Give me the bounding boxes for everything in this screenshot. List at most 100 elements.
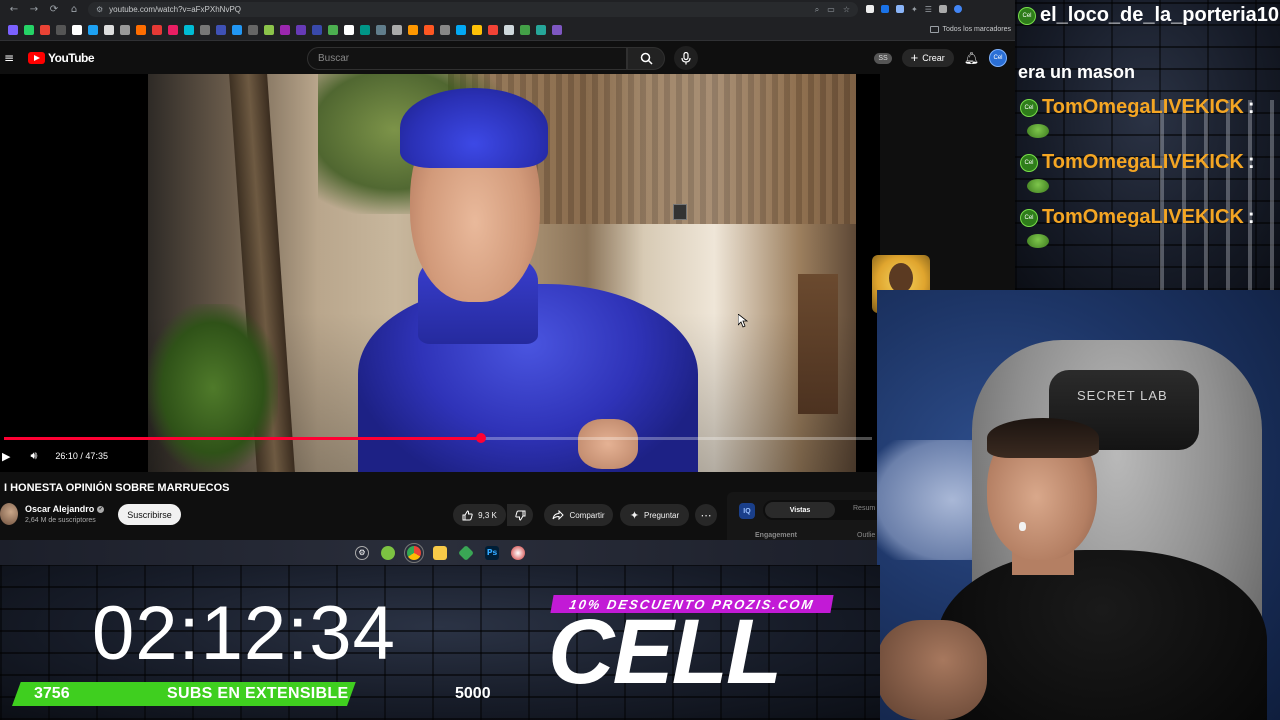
like-button[interactable]: 9,3 K [453, 504, 506, 526]
bookmark-icon[interactable] [104, 24, 114, 35]
outlier-label: Outlie [857, 532, 876, 539]
bookmark-icon[interactable] [56, 24, 66, 35]
taskbar-app-icon[interactable] [381, 545, 395, 560]
subscriber-count: 2,64 M de suscriptores [25, 517, 96, 524]
bookmark-icon[interactable] [360, 24, 370, 35]
subscribe-button[interactable]: Suscribirse [118, 504, 181, 525]
search-button[interactable] [627, 47, 665, 70]
bookmark-icon[interactable] [488, 24, 498, 35]
bookmark-icon[interactable] [312, 24, 322, 35]
voice-search-button[interactable] [674, 46, 698, 70]
mic-icon [681, 51, 691, 64]
extension-icon[interactable] [938, 5, 947, 13]
bookmark-icon[interactable] [536, 24, 546, 35]
menu-icon[interactable]: ≡ [4, 51, 18, 65]
bell-icon[interactable]: 🔔︎ [964, 51, 979, 65]
chat-emote-icon [1027, 124, 1049, 138]
bookmark-icon[interactable] [520, 24, 530, 35]
star-icon[interactable]: ☆ [843, 5, 850, 15]
taskbar-chrome-icon[interactable] [404, 542, 424, 563]
taskbar-folder-icon[interactable] [433, 545, 447, 560]
share-button[interactable]: Compartir [544, 504, 613, 526]
bookmark-icon[interactable] [328, 24, 338, 35]
chat-badge-icon: Cel [1020, 153, 1038, 172]
create-button[interactable]: + Crear [901, 49, 954, 67]
browser-toolbar: ← → ⟳ ⌂ ⚙ youtube.com/watch?v=aFxPXhNvPQ… [0, 0, 1015, 19]
bookmark-icon[interactable] [408, 24, 418, 35]
tab-resumen[interactable]: Resum [853, 505, 875, 512]
webcam-person-arm [877, 620, 987, 720]
ask-button[interactable]: ✦ Preguntar [620, 504, 689, 526]
bookmark-icon[interactable] [248, 24, 258, 35]
extension-icon[interactable] [896, 5, 904, 13]
video-player[interactable]: ▶ 🔊︎ 26:10 / 47:35 [0, 74, 880, 472]
bookmark-icon[interactable] [216, 24, 226, 35]
bookmarks-bar: Todos los marcadores [0, 19, 1015, 41]
bookmark-icon[interactable] [8, 24, 18, 35]
bookmark-icon[interactable] [472, 24, 482, 35]
bookmark-icon[interactable] [88, 24, 98, 35]
progress-bar[interactable] [4, 433, 872, 443]
youtube-logo[interactable]: YouTube [28, 51, 95, 65]
bookmark-icon[interactable] [72, 24, 82, 35]
more-actions-button[interactable]: ⋯ [695, 504, 717, 526]
cast-icon[interactable]: ▭ [827, 5, 835, 15]
taskbar-app-icon[interactable] [458, 544, 474, 561]
bookmark-icon[interactable] [136, 24, 146, 35]
tab-search-icon[interactable]: ☰ [925, 5, 932, 14]
bookmark-icon[interactable] [552, 24, 562, 35]
extension-icon[interactable] [866, 5, 874, 13]
bookmark-icon[interactable] [184, 24, 194, 35]
chat-message: Cel el_loco_de_la_porteria10 : [1018, 4, 1280, 27]
bookmark-icon[interactable] [152, 24, 162, 35]
extension-icon[interactable] [881, 5, 889, 13]
channel-avatar[interactable] [0, 503, 18, 525]
extensions-puzzle-icon[interactable]: ✦ [911, 5, 918, 14]
bookmark-icon[interactable] [264, 24, 274, 35]
profile-icon[interactable] [953, 5, 962, 13]
bookmark-icon[interactable] [280, 24, 290, 35]
channel-name-row[interactable]: Oscar Alejandro ✓ [25, 504, 105, 514]
channel-name[interactable]: Oscar Alejandro [25, 504, 94, 514]
bookmark-icon[interactable] [504, 24, 514, 35]
volume-icon[interactable]: 🔊︎ [30, 449, 37, 463]
chat-message: Cel TomOmegaLIVEKICK : [1020, 151, 1255, 174]
bookmark-icon[interactable] [120, 24, 130, 35]
bookmark-icon[interactable] [168, 24, 178, 35]
forward-icon[interactable]: → [28, 4, 40, 15]
address-bar[interactable]: ⚙ youtube.com/watch?v=aFxPXhNvPQ ⌕ ▭ ☆ [88, 2, 858, 17]
iq-badge[interactable]: IQ [739, 503, 755, 519]
bookmark-icon[interactable] [344, 24, 354, 35]
bookmark-icon[interactable] [200, 24, 210, 35]
all-bookmarks-folder[interactable]: Todos los marcadores [929, 26, 1015, 33]
account-avatar[interactable]: Cel [989, 49, 1007, 67]
bookmark-icon[interactable] [424, 24, 434, 35]
progress-played [4, 437, 482, 440]
zoom-icon[interactable]: ⌕ [815, 5, 819, 15]
bookmark-icon[interactable] [456, 24, 466, 35]
bookmark-icon[interactable] [440, 24, 450, 35]
bookmark-icon[interactable] [392, 24, 402, 35]
subs-goal: 5000 [455, 685, 491, 702]
bookmark-icon[interactable] [296, 24, 306, 35]
taskbar-photoshop-icon[interactable]: Ps [485, 545, 499, 560]
reload-icon[interactable]: ⟳ [48, 4, 60, 15]
back-icon[interactable]: ← [8, 4, 20, 15]
play-icon[interactable]: ▶ [2, 450, 10, 463]
bookmark-icon[interactable] [376, 24, 386, 35]
bookmark-icon[interactable] [40, 24, 50, 35]
tab-vistas[interactable]: Vistas [765, 502, 835, 518]
search-input[interactable]: Buscar [307, 47, 627, 70]
bookmark-icon[interactable] [24, 24, 34, 35]
ss-badge[interactable]: SS [874, 52, 892, 64]
home-icon[interactable]: ⌂ [68, 4, 80, 15]
bookmark-icon[interactable] [232, 24, 242, 35]
chat-colon: : [1247, 206, 1255, 228]
site-info-icon[interactable]: ⚙ [96, 5, 103, 14]
chat-message: Cel TomOmegaLIVEKICK : [1020, 96, 1255, 119]
taskbar-app-icon[interactable] [511, 545, 525, 560]
taskbar-settings-icon[interactable]: ⚙ [355, 545, 369, 560]
chat-colon: : [1247, 96, 1255, 118]
dislike-button[interactable] [507, 504, 533, 526]
like-count: 9,3 K [478, 510, 497, 520]
